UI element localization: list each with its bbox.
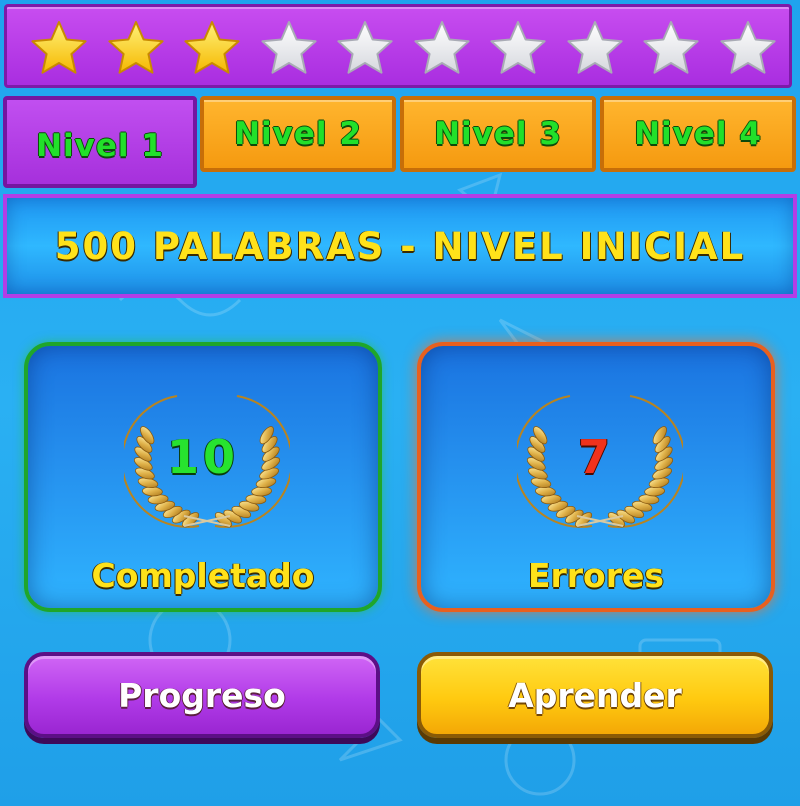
star-filled-icon (182, 19, 242, 79)
tab-nivel-2[interactable]: Nivel 2 (200, 96, 396, 172)
star-rating-bar (4, 4, 792, 88)
tab-label: Nivel 3 (434, 116, 562, 152)
errors-stat-card: 7 Errores (417, 342, 775, 612)
star-empty-icon (488, 19, 548, 79)
errors-count: 7 (577, 430, 614, 484)
star-empty-icon (565, 19, 625, 79)
completed-count: 10 (166, 430, 239, 484)
learn-button[interactable]: Aprender (417, 652, 773, 738)
completed-stat-card: 10 Completado (24, 342, 382, 612)
star-empty-icon (718, 19, 778, 79)
progress-button[interactable]: Progreso (24, 652, 380, 738)
tab-nivel-3[interactable]: Nivel 3 (400, 96, 596, 172)
learn-button-label: Aprender (508, 675, 682, 715)
errors-label: Errores (527, 556, 665, 595)
tab-label: Nivel 2 (234, 116, 362, 152)
page-title: 500 PALABRAS - NIVEL INICIAL (54, 224, 746, 268)
star-filled-icon (106, 19, 166, 79)
star-empty-icon (641, 19, 701, 79)
tab-label: Nivel 1 (36, 128, 164, 164)
tab-label: Nivel 4 (634, 116, 762, 152)
star-empty-icon (259, 19, 319, 79)
title-banner: 500 PALABRAS - NIVEL INICIAL (3, 194, 797, 298)
tab-nivel-1[interactable]: Nivel 1 (3, 96, 197, 188)
progress-button-label: Progreso (118, 675, 286, 715)
tab-nivel-4[interactable]: Nivel 4 (600, 96, 796, 172)
star-empty-icon (335, 19, 395, 79)
star-filled-icon (29, 19, 89, 79)
completed-label: Completado (91, 556, 315, 595)
star-empty-icon (412, 19, 472, 79)
